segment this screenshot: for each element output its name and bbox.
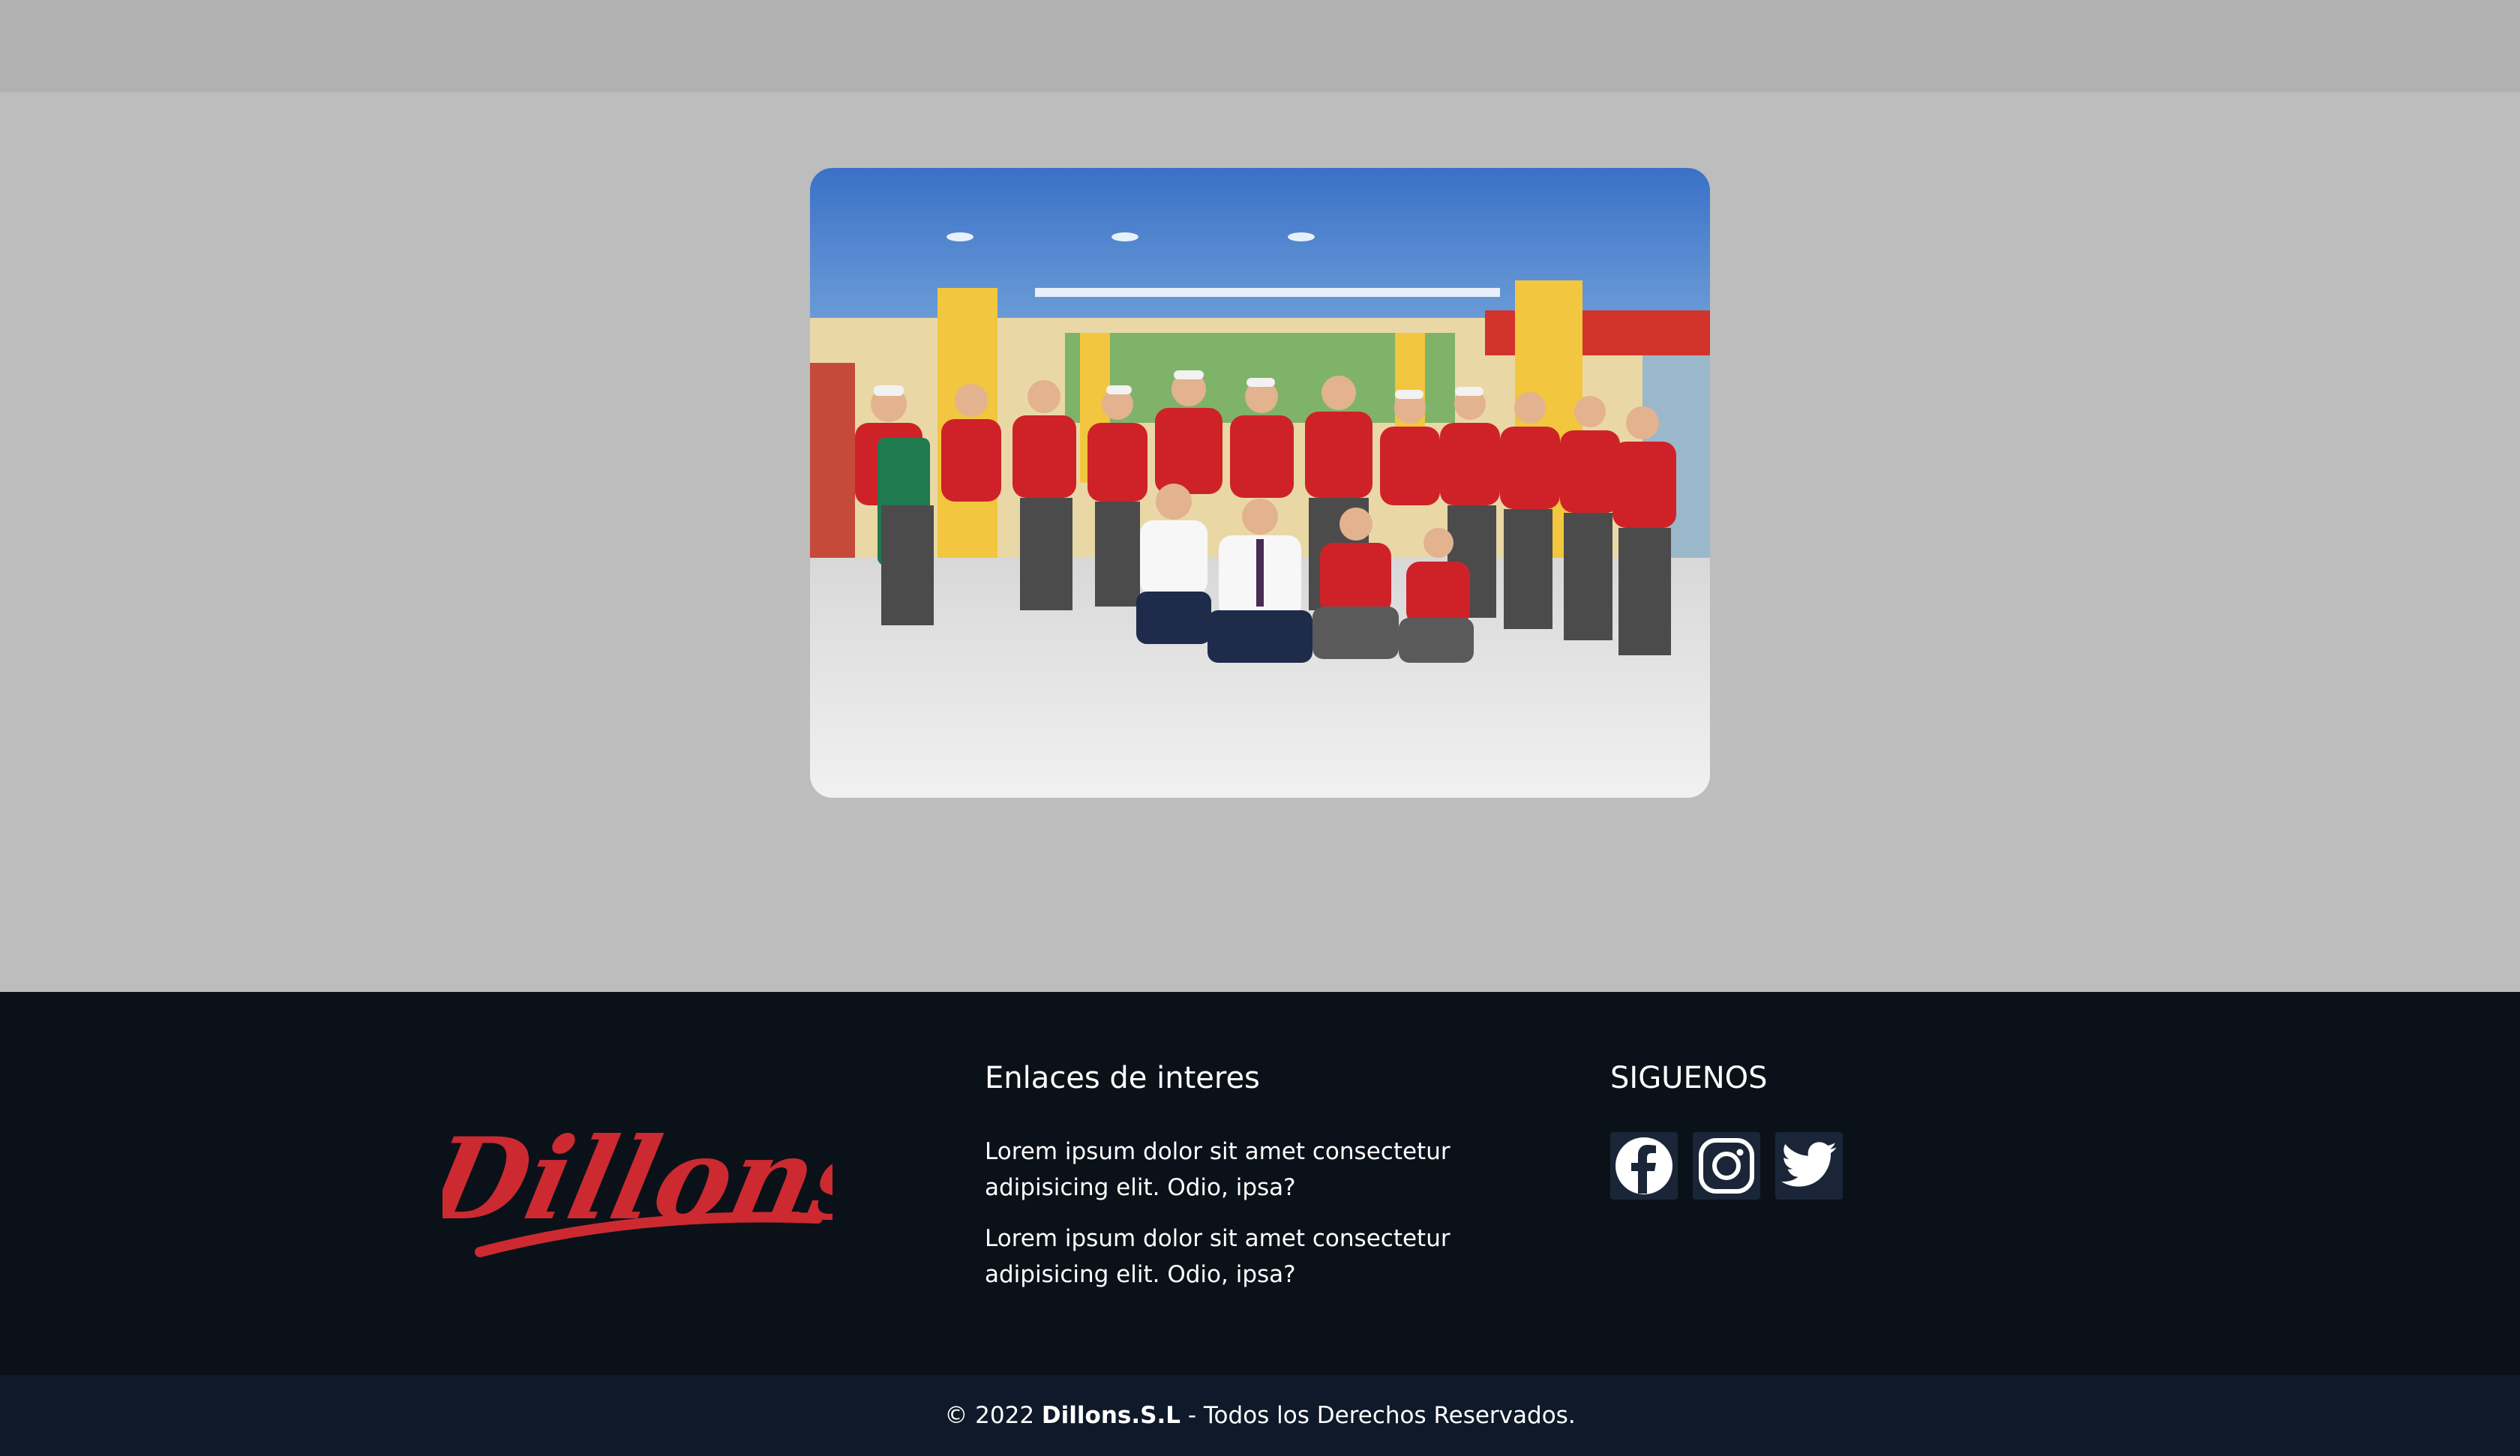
- twitter-button[interactable]: [1775, 1132, 1843, 1200]
- copyright-prefix: © 2022: [944, 1402, 1042, 1429]
- footer-link[interactable]: Lorem ipsum dolor sit amet consectetur a…: [985, 1134, 1510, 1206]
- copyright-suffix: - Todos los Derechos Reservados.: [1180, 1402, 1576, 1429]
- instagram-button[interactable]: [1693, 1132, 1760, 1200]
- company-name: Dillons.S.L: [1041, 1402, 1180, 1429]
- twitter-icon: [1781, 1142, 1837, 1187]
- team-photo: [810, 168, 1710, 798]
- instagram-icon: [1699, 1138, 1754, 1194]
- links-section-title: Enlaces de interes: [985, 1061, 1260, 1095]
- facebook-button[interactable]: [1610, 1132, 1678, 1200]
- copyright-text: © 2022 Dillons.S.L - Todos los Derechos …: [0, 1398, 2520, 1434]
- header-strip: [0, 0, 2520, 92]
- svg-text:FOOD STORES®: FOOD STORES®: [690, 1222, 822, 1241]
- follow-section-title: SIGUENOS: [1610, 1061, 1768, 1095]
- facebook-icon: [1616, 1137, 1672, 1194]
- footer-link[interactable]: Lorem ipsum dolor sit amet consectetur a…: [985, 1221, 1510, 1293]
- dillons-logo[interactable]: Dillons FOOD STORES®: [414, 1098, 891, 1263]
